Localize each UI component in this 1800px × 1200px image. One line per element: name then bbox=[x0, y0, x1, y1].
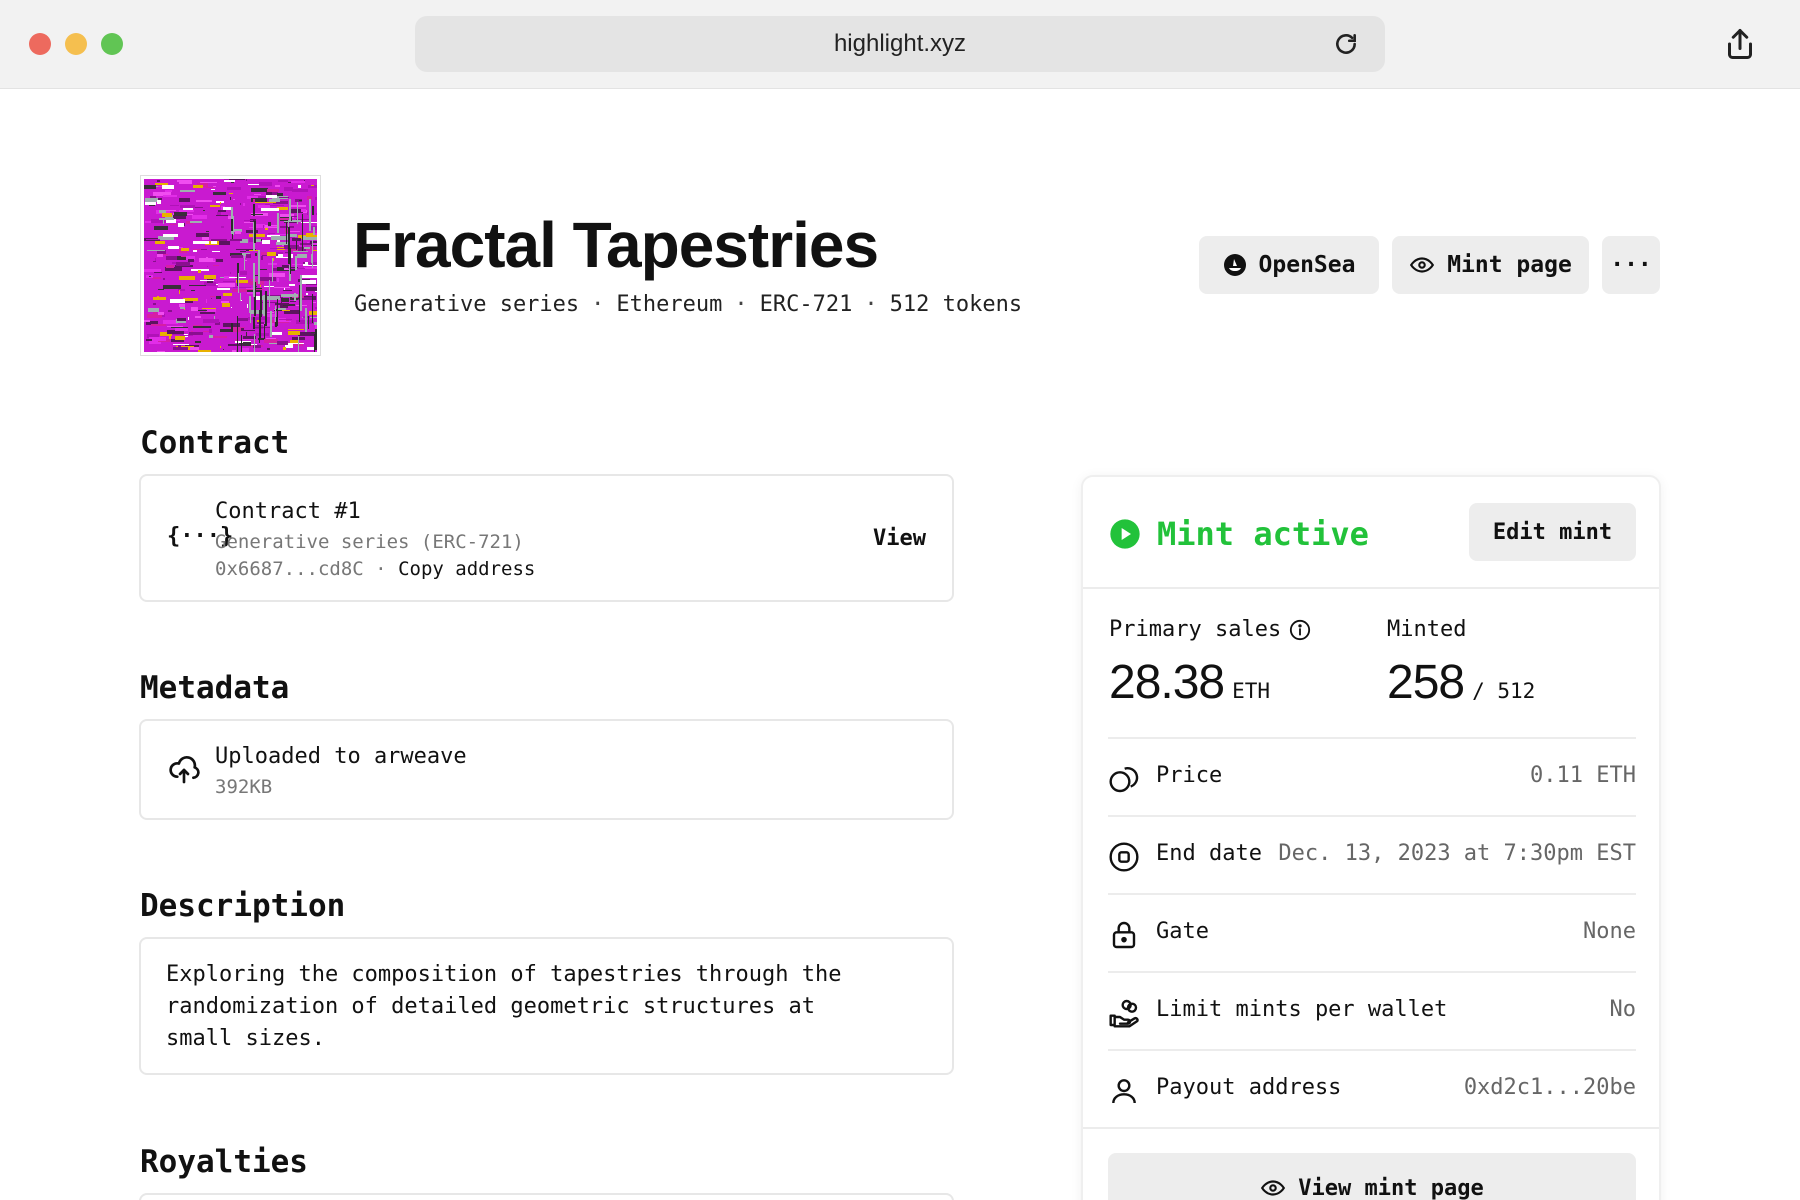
meta-standard: ERC-721 bbox=[759, 292, 853, 317]
payout-address-value: 0xd2c1...20be bbox=[1463, 1075, 1636, 1100]
contract-address: 0x6687...cd8C bbox=[215, 558, 364, 580]
play-circle-icon bbox=[1110, 519, 1140, 549]
minted-count: 258 bbox=[1387, 656, 1465, 709]
divider bbox=[1083, 1127, 1659, 1129]
eye-icon bbox=[1261, 1180, 1286, 1196]
minted-value: 258 / 512 bbox=[1387, 655, 1535, 710]
meta-chain: Ethereum bbox=[616, 292, 723, 317]
edit-mint-button[interactable]: Edit mint bbox=[1469, 503, 1636, 561]
copy-address-link[interactable]: Copy address bbox=[398, 558, 535, 580]
lock-icon bbox=[1112, 921, 1136, 949]
price-value: 0.11 ETH bbox=[1530, 763, 1636, 788]
payout-address-row: Payout address 0xd2c1...20be bbox=[1108, 1049, 1636, 1127]
close-window-button[interactable] bbox=[29, 33, 51, 55]
opensea-button[interactable]: OpenSea bbox=[1199, 236, 1379, 294]
gate-value: None bbox=[1583, 919, 1636, 944]
collection-title: Fractal Tapestries bbox=[353, 209, 879, 281]
stop-circle-icon bbox=[1109, 842, 1139, 872]
limit-mints-row: Limit mints per wallet No bbox=[1108, 971, 1636, 1049]
meta-separator: · bbox=[591, 292, 605, 317]
gate-row: Gate None bbox=[1108, 893, 1636, 971]
url-text: highlight.xyz bbox=[833, 30, 967, 57]
minted-total: / 512 bbox=[1472, 679, 1536, 703]
coins-icon bbox=[1109, 767, 1139, 793]
contract-card: {···} Contract #1 Generative series (ERC… bbox=[139, 474, 954, 602]
primary-sales-label: Primary sales bbox=[1109, 617, 1311, 642]
description-section-title: Description bbox=[140, 888, 346, 924]
metadata-card: Uploaded to arweave 392KB bbox=[139, 719, 954, 820]
address-separator: · bbox=[375, 558, 387, 580]
primary-sales-text: Primary sales bbox=[1109, 617, 1282, 642]
minted-label: Minted bbox=[1387, 617, 1467, 642]
payout-address-label: Payout address bbox=[1156, 1075, 1342, 1100]
more-icon: ··· bbox=[1610, 252, 1652, 278]
cloud-upload-icon bbox=[169, 756, 200, 784]
more-options-button[interactable]: ··· bbox=[1602, 236, 1660, 294]
metadata-storage: Uploaded to arweave bbox=[215, 744, 467, 769]
collection-meta: Generative series · Ethereum · ERC-721 ·… bbox=[354, 292, 1022, 317]
divider bbox=[1083, 587, 1659, 589]
mint-status: Mint active bbox=[1109, 515, 1369, 553]
primary-sales-amount: 28.38 bbox=[1109, 656, 1225, 709]
eye-icon bbox=[1410, 257, 1435, 273]
price-label: Price bbox=[1156, 763, 1223, 788]
minimize-window-button[interactable] bbox=[65, 33, 87, 55]
royalties-section-title: Royalties bbox=[140, 1144, 308, 1180]
view-mint-page-button[interactable]: View mint page bbox=[1108, 1153, 1636, 1200]
primary-sales-value: 28.38 ETH bbox=[1109, 655, 1270, 710]
contract-section-title: Contract bbox=[140, 425, 290, 461]
view-contract-link[interactable]: View bbox=[873, 526, 926, 551]
user-icon bbox=[1112, 1079, 1136, 1104]
metadata-size: 392KB bbox=[215, 776, 273, 798]
meta-token-count: 512 tokens bbox=[889, 292, 1023, 317]
meta-separator: · bbox=[734, 292, 748, 317]
browser-toolbar: highlight.xyz bbox=[0, 0, 1800, 89]
royalties-card bbox=[139, 1193, 954, 1200]
opensea-label: OpenSea bbox=[1258, 252, 1356, 278]
description-text: Exploring the composition of tapestries … bbox=[166, 962, 842, 1051]
mint-page-label: Mint page bbox=[1447, 252, 1572, 278]
mint-panel: Mint active Edit mint Primary sales 28.3… bbox=[1081, 475, 1661, 1200]
price-row: Price 0.11 ETH bbox=[1108, 737, 1636, 815]
share-icon[interactable] bbox=[1722, 26, 1758, 62]
mint-page-button[interactable]: Mint page bbox=[1392, 236, 1589, 294]
maximize-window-button[interactable] bbox=[101, 33, 123, 55]
opensea-icon bbox=[1223, 254, 1246, 276]
end-date-label: End date bbox=[1156, 841, 1262, 866]
mint-status-label: Mint active bbox=[1157, 515, 1369, 553]
contract-address-line: 0x6687...cd8C · Copy address bbox=[215, 558, 535, 580]
contract-name: Contract #1 bbox=[215, 499, 361, 524]
collection-thumbnail bbox=[140, 175, 321, 356]
gate-label: Gate bbox=[1156, 919, 1209, 944]
info-icon[interactable] bbox=[1289, 619, 1311, 641]
end-date-value: Dec. 13, 2023 at 7:30pm EST bbox=[1278, 841, 1636, 866]
address-bar[interactable]: highlight.xyz bbox=[415, 16, 1385, 72]
description-card: Exploring the composition of tapestries … bbox=[139, 937, 954, 1075]
limit-mints-label: Limit mints per wallet bbox=[1156, 997, 1448, 1022]
metadata-section-title: Metadata bbox=[140, 670, 290, 706]
hand-coins-icon bbox=[1109, 999, 1139, 1028]
meta-series-type: Generative series bbox=[354, 292, 580, 317]
primary-sales-unit: ETH bbox=[1232, 679, 1271, 703]
view-mint-page-label: View mint page bbox=[1298, 1175, 1484, 1200]
limit-mints-value: No bbox=[1609, 997, 1637, 1022]
contract-subtitle: Generative series (ERC-721) bbox=[215, 531, 524, 553]
end-date-row: End date Dec. 13, 2023 at 7:30pm EST bbox=[1108, 815, 1636, 893]
meta-separator: · bbox=[864, 292, 878, 317]
reload-icon[interactable] bbox=[1333, 31, 1359, 57]
